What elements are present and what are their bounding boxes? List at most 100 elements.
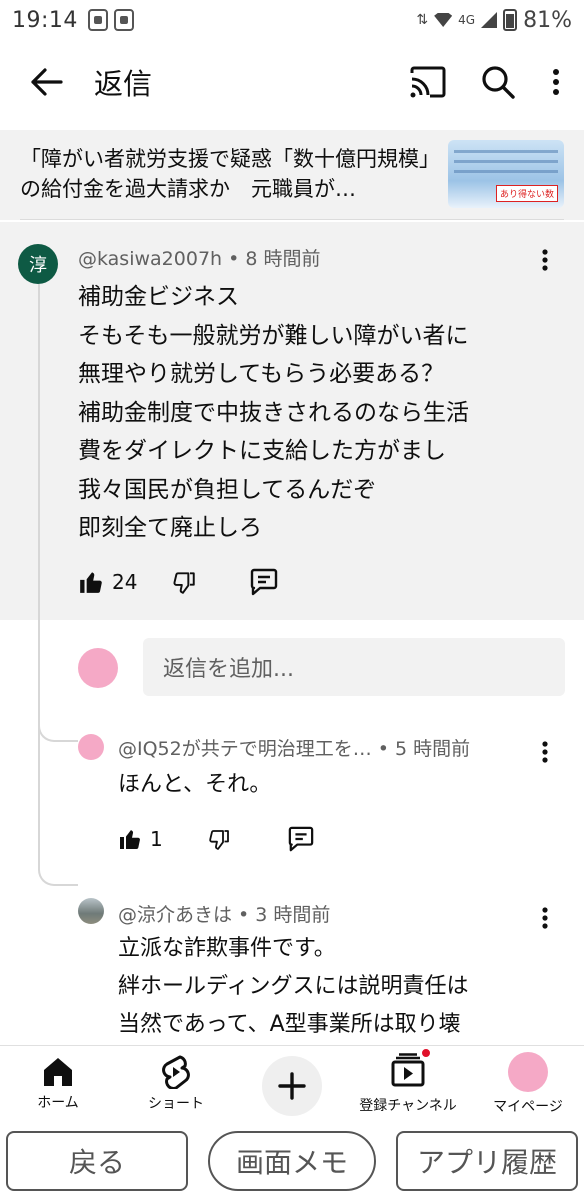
home-icon (44, 1058, 72, 1086)
video-thumbnail[interactable]: あり得ない数 (448, 140, 564, 208)
like-count: 24 (112, 570, 138, 594)
thumbnail-line (454, 150, 558, 153)
my-avatar (78, 648, 118, 688)
thumbs-up-icon (120, 830, 140, 849)
comment-line: 即刻全て廃止しろ (78, 515, 262, 541)
video-context[interactable]: 「障がい者就労支援で疑惑「数十億円規模」の給付金を過大請求か 元職員が… あり得… (0, 130, 584, 220)
reply-actions: 1 (118, 826, 315, 852)
nav-mypage[interactable]: マイページ (476, 1046, 580, 1122)
reply-more-button[interactable] (530, 900, 560, 936)
reply-line: ほんと、それ。 (118, 772, 272, 797)
status-bar: 19:14 ⇅ 4G 81% (0, 0, 584, 40)
network-label: 4G (458, 13, 476, 27)
more-options-button[interactable] (544, 58, 568, 106)
comment-line: 補助金ビジネス (78, 284, 239, 310)
video-context-inner: 「障がい者就労支援で疑惑「数十億円規模」の給付金を過大請求か 元職員が… あり得… (20, 130, 564, 220)
plus-icon (278, 1072, 306, 1100)
nav-label: ホーム (37, 1095, 79, 1111)
battery-icon (503, 9, 518, 31)
cast-icon (410, 66, 446, 98)
video-title: 「障がい者就労支援で疑惑「数十億円規模」の給付金を過大請求か 元職員が… (20, 146, 430, 201)
reply-button[interactable] (249, 568, 279, 596)
status-time: 19:14 (12, 7, 78, 33)
subscriptions-icon-wrap (390, 1047, 432, 1091)
app-header: 返信 (0, 44, 584, 120)
reply-text: ほんと、それ。 (118, 766, 271, 804)
nav-subscriptions[interactable]: 登録チャンネル (348, 1046, 468, 1122)
app-history-button[interactable]: アプリ履歴 (396, 1131, 578, 1191)
reply-input[interactable]: 返信を追加... (143, 638, 565, 696)
comment-line: 無理やり就労してもらう必要ある？ (78, 361, 445, 387)
page-title: 返信 (94, 67, 153, 101)
reply-composer: 返信を追加... (0, 636, 584, 696)
nav-shorts[interactable]: ショート (128, 1046, 224, 1122)
data-arrows-icon: ⇅ (416, 12, 429, 28)
main-comment: 淳 @kasiwa2007h • 8 時間前 補助金ビジネス そもそも一般就労が… (0, 222, 584, 620)
comment-line: 費をダイレクトに支給した方がまし (78, 438, 446, 464)
create-button[interactable] (262, 1056, 322, 1116)
notification-icon (87, 9, 108, 31)
thumbs-down-icon (173, 572, 196, 594)
reply-button[interactable] (287, 826, 315, 852)
more-vert-icon (542, 249, 548, 271)
comment-line: 我々国民が負担してるんだぞ (78, 476, 377, 503)
nav-label: ショート (148, 1096, 204, 1112)
header-actions (404, 58, 568, 106)
cast-button[interactable] (404, 58, 452, 106)
reply-more-button[interactable] (530, 734, 560, 770)
thumbnail-line (454, 160, 558, 163)
like-count: 1 (150, 827, 163, 851)
thumbnail-tag: あり得ない数 (495, 185, 558, 202)
notification-icon (113, 9, 134, 31)
avatar[interactable]: 淳 (18, 244, 58, 284)
comment-text: 補助金ビジネス そもそも一般就労が難しい障がい者に 無理やり就労してもらう必要あ… (78, 278, 469, 548)
notification-icons (87, 9, 134, 31)
comment-icon (251, 568, 278, 596)
comment-actions: 24 (78, 568, 279, 596)
signal-icon (481, 12, 498, 28)
comment-line: 補助金制度で中抜きされるのなら生活 (78, 399, 469, 426)
avatar[interactable] (78, 898, 104, 924)
system-back-button[interactable]: 戻る (6, 1131, 188, 1191)
wifi-icon (434, 13, 453, 27)
thread-branch (38, 714, 78, 742)
comment-icon (288, 826, 313, 852)
dislike-button[interactable] (171, 569, 197, 595)
comment-meta: @kasiwa2007h • 8 時間前 (78, 248, 321, 270)
bottom-nav: ホーム ショート 登録チャンネル マイページ (0, 1045, 584, 1121)
screen-memo-button[interactable]: 画面メモ (208, 1131, 376, 1191)
more-vert-icon (542, 741, 548, 763)
shorts-icon (162, 1055, 190, 1089)
reply-meta: @涼介あきは • 3 時間前 (118, 904, 331, 926)
reply-meta: @IQ52が共テで明治理工を… • 5 時間前 (118, 738, 471, 760)
thumbs-up-icon (80, 572, 102, 593)
back-button[interactable] (16, 52, 76, 112)
thumbs-down-icon (208, 830, 229, 850)
battery-level: 81% (523, 7, 572, 33)
more-vert-icon (542, 907, 548, 929)
like-button[interactable]: 1 (118, 827, 163, 851)
avatar[interactable] (78, 734, 104, 760)
reply-text: 立派な詐欺事件です。 絆ホールディングスには説明責任は 当然であって、A型事業所… (118, 930, 468, 1044)
like-button[interactable]: 24 (78, 569, 137, 595)
comment-more-button[interactable] (530, 242, 560, 278)
avatar (508, 1052, 548, 1092)
notification-dot (420, 1047, 432, 1059)
search-icon (482, 66, 515, 99)
reply-line: 立派な詐欺事件です。 (118, 936, 336, 961)
more-vert-icon (553, 69, 559, 95)
system-nav: 戻る 画面メモ アプリ履歴 (0, 1125, 584, 1200)
subscriptions-icon (391, 1053, 425, 1087)
thread-line (38, 284, 78, 886)
reply-line: 絆ホールディングスには説明責任は (118, 974, 469, 999)
search-button[interactable] (474, 58, 522, 106)
status-right: ⇅ 4G 81% (416, 8, 572, 33)
nav-label: マイページ (493, 1099, 563, 1115)
reply-line: 当然であって、A型事業所は取り壊 (118, 1012, 461, 1037)
arrow-left-icon (31, 68, 63, 96)
comment-line: そもそも一般就労が難しい障がい者に (78, 322, 469, 349)
dislike-button[interactable] (207, 827, 231, 851)
thumbnail-line (454, 170, 558, 173)
nav-label: 登録チャンネル (359, 1098, 457, 1114)
nav-home[interactable]: ホーム (18, 1046, 98, 1122)
